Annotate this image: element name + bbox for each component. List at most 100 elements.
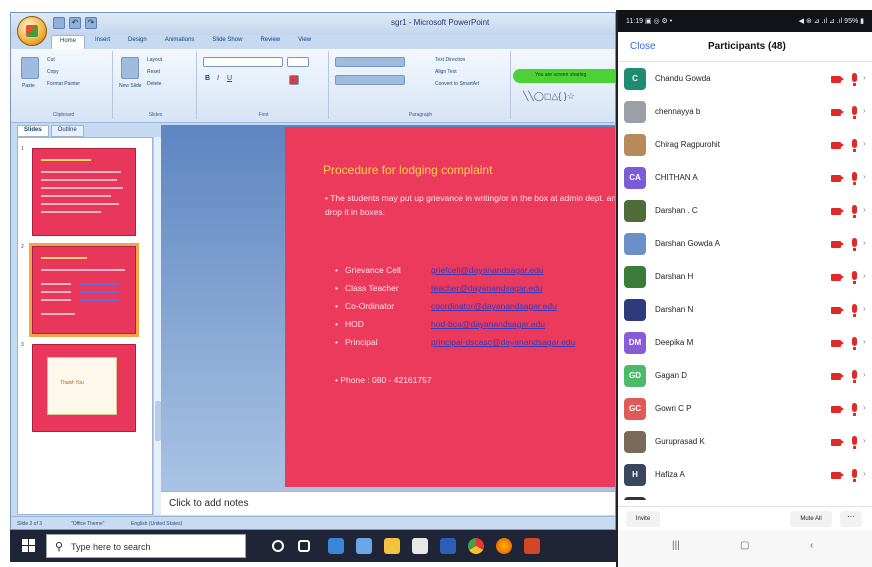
status-slide: Slide 2 of 3	[17, 521, 43, 527]
paste-label[interactable]: Paste	[22, 83, 35, 89]
home-button[interactable]: ▢	[740, 540, 749, 551]
slide-phone[interactable]: • Phone : 080 - 42161757	[335, 375, 432, 385]
tab-slide-show[interactable]: Slide Show	[204, 35, 250, 49]
slide-thumbnail-3[interactable]: Thank You	[32, 344, 136, 432]
contact-email-link[interactable]: griefcell@dayanandsagar.edu	[431, 265, 544, 275]
participant-row[interactable]: Darshan . C ›	[618, 196, 872, 229]
participant-row[interactable]: CA CHITHAN A ›	[618, 163, 872, 196]
participant-row[interactable]: Darshan Gowda A ›	[618, 229, 872, 262]
format-painter-button[interactable]: Format Painter	[47, 81, 80, 87]
italic-button[interactable]: I	[217, 75, 219, 82]
participant-row[interactable]: Chirag Ragpurohit ›	[618, 130, 872, 163]
convert-smartart-button[interactable]: Convert to SmartArt	[435, 81, 479, 87]
align-text-button[interactable]: Align Text	[435, 69, 457, 75]
bold-button[interactable]: B	[205, 75, 210, 82]
shapes-gallery[interactable]: ╲╲◯◻△{ }☆	[523, 91, 575, 102]
windows-start-icon[interactable]	[22, 539, 36, 553]
participant-row[interactable]: chennayya b ›	[618, 97, 872, 130]
tab-review[interactable]: Review	[252, 35, 288, 49]
store-icon[interactable]	[412, 538, 428, 554]
align-buttons[interactable]	[335, 75, 405, 85]
contact-email-link[interactable]: coordinator@dayanandsagar.edu	[431, 301, 557, 311]
redo-icon[interactable]: ↷	[85, 17, 97, 29]
participant-row[interactable]: Darshan H ›	[618, 262, 872, 295]
mute-all-button[interactable]: Mute All	[790, 511, 832, 527]
undo-icon[interactable]: ↶	[69, 17, 81, 29]
chevron-right-icon: ›	[863, 73, 866, 82]
avatar	[624, 233, 646, 255]
office-button[interactable]	[17, 16, 47, 46]
tab-insert[interactable]: Insert	[87, 35, 118, 49]
tab-slides[interactable]: Slides	[17, 125, 49, 137]
participant-row[interactable]: GD Gagan D ›	[618, 361, 872, 394]
avatar	[624, 497, 646, 500]
font-name-dropdown[interactable]	[203, 57, 283, 67]
participant-row[interactable]: H Hafiza A ›	[618, 460, 872, 493]
powerpoint-icon[interactable]	[524, 538, 540, 554]
contact-email-link[interactable]: teacher@dayanandsagar.edu	[431, 283, 543, 293]
paste-icon[interactable]	[21, 57, 39, 79]
copy-button[interactable]: Copy	[47, 69, 59, 75]
firefox-icon[interactable]	[496, 538, 512, 554]
participant-row[interactable]: Guruprasad K ›	[618, 427, 872, 460]
save-icon[interactable]	[53, 17, 65, 29]
tab-outline[interactable]: Outline	[50, 125, 84, 137]
word-icon[interactable]	[440, 538, 456, 554]
tab-animations[interactable]: Animations	[157, 35, 203, 49]
back-button[interactable]: ‹	[810, 540, 813, 551]
contact-email-link[interactable]: principal-dscasc@dayanandsagar.edu	[431, 337, 575, 347]
invite-button[interactable]: Invite	[626, 511, 660, 527]
video-off-icon	[831, 241, 844, 248]
edge-icon[interactable]	[328, 538, 344, 554]
status-indicators: ◀ ⊛ ⊿ .ıl ⊿ .ıl 95% ▮	[798, 18, 864, 25]
participant-row[interactable]: GC Gowri C P ›	[618, 394, 872, 427]
participant-row[interactable]: DM Deepika M ›	[618, 328, 872, 361]
contact-email-link[interactable]: hod-bca@dayanandsagar.edu	[431, 319, 545, 329]
mic-muted-icon	[852, 238, 857, 251]
reset-button[interactable]: Reset	[147, 69, 160, 75]
underline-button[interactable]: U	[227, 75, 232, 82]
tab-design[interactable]: Design	[120, 35, 155, 49]
screen-share-banner[interactable]: You are screen sharing	[513, 69, 615, 83]
slide-editing-area: Procedure for lodging complaint • The st…	[161, 125, 615, 491]
slide-thumbnail-2[interactable]	[29, 243, 139, 337]
taskbar-search-input[interactable]: ⚲ Type here to search	[46, 534, 246, 558]
cortana-icon[interactable]	[272, 540, 284, 552]
current-slide[interactable]: Procedure for lodging complaint • The st…	[285, 127, 615, 487]
notes-pane[interactable]: Click to add notes	[161, 491, 615, 515]
task-view-icon[interactable]	[298, 540, 310, 552]
slide-title[interactable]: Procedure for lodging complaint	[323, 163, 492, 177]
new-slide-icon[interactable]	[121, 57, 139, 79]
tab-view[interactable]: View	[290, 35, 319, 49]
participant-row[interactable]	[618, 493, 872, 500]
cut-button[interactable]: Cut	[47, 57, 55, 63]
title-bar: ↶ ↷ sgr1 - Microsoft PowerPoint	[11, 13, 615, 35]
recent-apps-button[interactable]: |||	[672, 540, 680, 551]
participant-row[interactable]: Darshan N ›	[618, 295, 872, 328]
chevron-right-icon: ›	[863, 403, 866, 412]
participant-list[interactable]: C Chandu Gowda › chennayya b › Chirag Ra…	[618, 64, 872, 500]
slide-intro-bullet[interactable]: • The students may put up grievance in w…	[325, 191, 615, 219]
pane-scrollbar[interactable]	[153, 137, 161, 515]
tab-home[interactable]: Home	[51, 35, 86, 49]
close-button[interactable]: Close	[630, 41, 656, 52]
mail-icon[interactable]	[356, 538, 372, 554]
layout-button[interactable]: Layout	[147, 57, 162, 63]
participant-name: Chandu Gowda	[655, 74, 711, 83]
avatar: GD	[624, 365, 646, 387]
chevron-right-icon: ›	[863, 469, 866, 478]
text-direction-button[interactable]: Text Direction	[435, 57, 465, 63]
mic-muted-icon	[852, 370, 857, 383]
new-slide-label[interactable]: New Slide	[119, 83, 142, 89]
more-options-button[interactable]: ···	[840, 511, 862, 527]
delete-button[interactable]: Delete	[147, 81, 161, 87]
file-explorer-icon[interactable]	[384, 538, 400, 554]
chevron-right-icon: ›	[863, 106, 866, 115]
font-size-dropdown[interactable]	[287, 57, 309, 67]
list-buttons[interactable]	[335, 57, 405, 67]
font-group: B I U Font	[199, 51, 329, 119]
slide-thumbnail-1[interactable]	[32, 148, 136, 236]
chrome-icon[interactable]	[468, 538, 484, 554]
font-color-icon[interactable]	[289, 75, 299, 85]
participant-row[interactable]: C Chandu Gowda ›	[618, 64, 872, 97]
